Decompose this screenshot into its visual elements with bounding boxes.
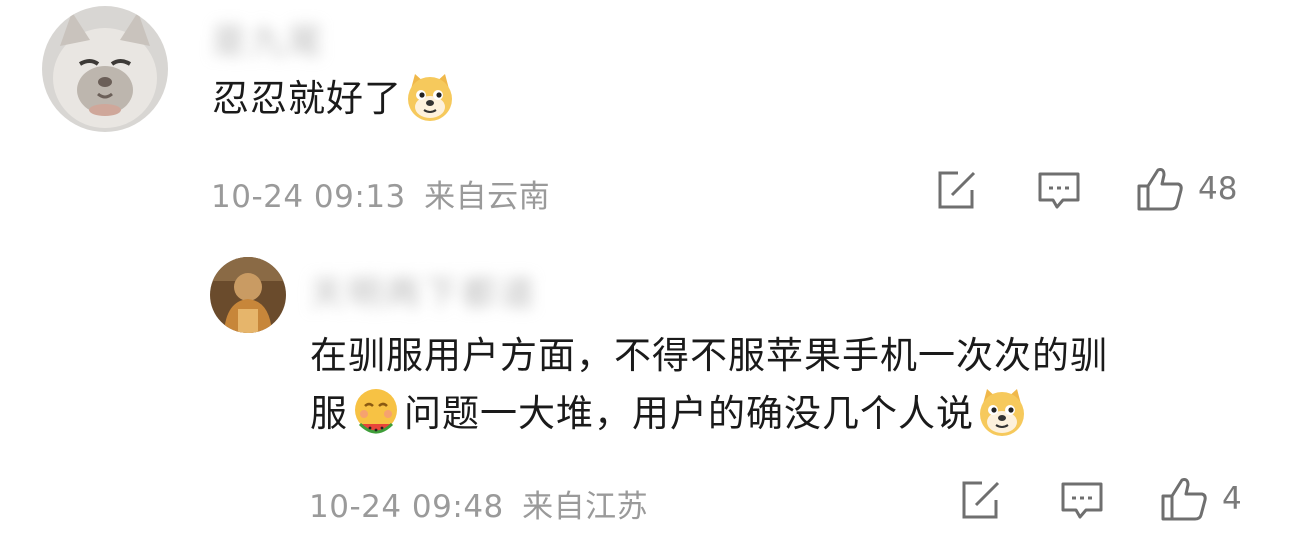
comment-text-part: 问题一大堆，用户的确没几个人说: [404, 392, 974, 435]
comment-text-part: 服: [310, 392, 348, 435]
repost-button[interactable]: [960, 480, 1002, 520]
comment-location: 来自云南: [424, 179, 551, 215]
comment-meta: 10-24 09:13 来自云南: [211, 171, 550, 216]
eating-watermelon-emoji: [350, 386, 402, 438]
avatar[interactable]: [210, 257, 286, 333]
comment-icon: [1061, 482, 1103, 519]
comment-text-line: 在驯服用户方面，不得不服苹果手机一次次的驯: [310, 334, 1108, 377]
comment-text: 忍忍就好了: [212, 70, 458, 128]
comment-location: 来自江苏: [522, 489, 649, 525]
comment-text-body: 忍忍就好了: [212, 77, 402, 120]
like-count: 48: [1198, 171, 1238, 207]
comment-thread: 是九尾 忍忍就好了 10-24 09:13 来自云南 48 天明两下都道 在驯服…: [0, 0, 1290, 551]
user-avatar-icon: [210, 257, 286, 333]
like-button[interactable]: 48: [1136, 166, 1237, 212]
repost-icon: [938, 171, 976, 209]
like-button[interactable]: 4: [1160, 476, 1242, 522]
comment-button[interactable]: [1060, 481, 1104, 521]
comment-text: 在驯服用户方面，不得不服苹果手机一次次的驯 服 问题一大堆，用户的确没几个人说: [310, 327, 1108, 443]
repost-button[interactable]: [936, 170, 978, 210]
comment-text-line: 服 问题一大堆，用户的确没几个人说: [310, 385, 1108, 443]
comment-button[interactable]: [1037, 171, 1081, 211]
username[interactable]: 天明两下都道: [310, 266, 538, 315]
doge-emoji: [976, 386, 1028, 438]
username[interactable]: 是九尾: [212, 14, 326, 63]
comment-icon: [1038, 172, 1080, 209]
repost-icon: [962, 481, 1000, 519]
thumbs-up-icon: [1161, 478, 1207, 521]
doge-emoji: [404, 71, 456, 123]
comment-date: 10-24 09:13: [211, 179, 406, 215]
thumbs-up-icon: [1137, 168, 1183, 211]
avatar[interactable]: [42, 6, 168, 132]
comment-date: 10-24 09:48: [309, 489, 504, 525]
comment-meta: 10-24 09:48 来自江苏: [309, 481, 648, 526]
like-count: 4: [1222, 481, 1242, 517]
cat-avatar-icon: [42, 6, 168, 132]
